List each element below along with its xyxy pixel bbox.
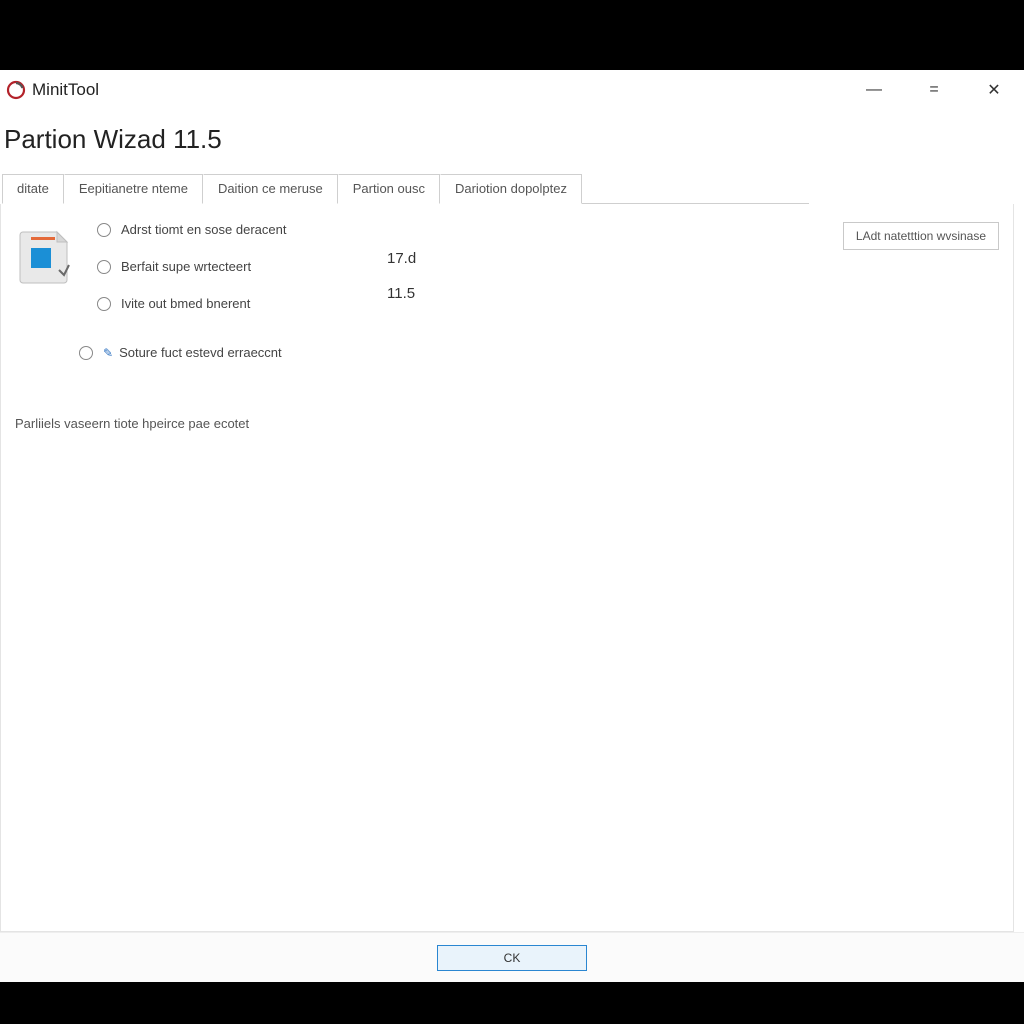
minimize-button[interactable]: —	[844, 70, 904, 110]
radio-option-alt[interactable]: ✎ Soture fuct estevd erraeccnt	[79, 345, 377, 360]
app-window: MinitTool — = ✕ Partion Wizad 11.5 ditat…	[0, 70, 1024, 982]
content-area: LAdt natetttion wvsinase Adrst tiomt en …	[0, 204, 1014, 932]
radio-option-1[interactable]: Berfait supe wrtecteert	[97, 259, 377, 274]
tab-bar: ditate Eepitianetre nteme Daition ce mer…	[2, 173, 809, 204]
radio-label: Adrst tiomt en sose deracent	[121, 222, 286, 237]
radio-icon	[79, 346, 93, 360]
tab-0[interactable]: ditate	[2, 174, 64, 204]
radio-icon	[97, 260, 111, 274]
ok-button[interactable]: CK	[437, 945, 587, 971]
radio-option-0[interactable]: Adrst tiomt en sose deracent	[97, 222, 377, 237]
app-name: MinitTool	[32, 80, 99, 100]
footer: CK	[0, 932, 1024, 982]
radio-icon	[97, 223, 111, 237]
tab-4[interactable]: Dariotion dopolptez	[440, 174, 582, 204]
maximize-button[interactable]: =	[904, 70, 964, 110]
close-button[interactable]: ✕	[964, 70, 1024, 110]
values-column: 17.d 11.5	[387, 222, 416, 320]
window-controls: — = ✕	[844, 70, 1024, 110]
side-action-button[interactable]: LAdt natetttion wvsinase	[843, 222, 999, 250]
radio-label: Berfait supe wrtecteert	[121, 259, 251, 274]
app-logo-icon	[6, 80, 26, 100]
tab-2[interactable]: Daition ce meruse	[203, 174, 338, 204]
tab-3[interactable]: Partion ousc	[338, 174, 440, 204]
disk-icon	[15, 226, 75, 286]
radio-option-2[interactable]: Ivite out bmed bnerent	[97, 296, 377, 311]
tab-1[interactable]: Eepitianetre nteme	[64, 174, 203, 204]
options-column: Adrst tiomt en sose deracent Berfait sup…	[97, 222, 377, 360]
radio-label: Ivite out bmed bnerent	[121, 296, 250, 311]
value-2: 11.5	[387, 285, 416, 302]
pencil-icon: ✎	[103, 346, 113, 360]
radio-label: Soture fuct estevd erraeccnt	[119, 345, 282, 360]
page-title: Partion Wizad 11.5	[0, 110, 1024, 173]
titlebar: MinitTool — = ✕	[0, 70, 1024, 110]
letterbox-bottom	[0, 982, 1024, 1024]
hint-text: Parliiels vaseern tiote hpeirce pae ecot…	[15, 416, 999, 431]
value-1: 17.d	[387, 250, 416, 267]
letterbox-top	[0, 0, 1024, 70]
radio-icon	[97, 297, 111, 311]
